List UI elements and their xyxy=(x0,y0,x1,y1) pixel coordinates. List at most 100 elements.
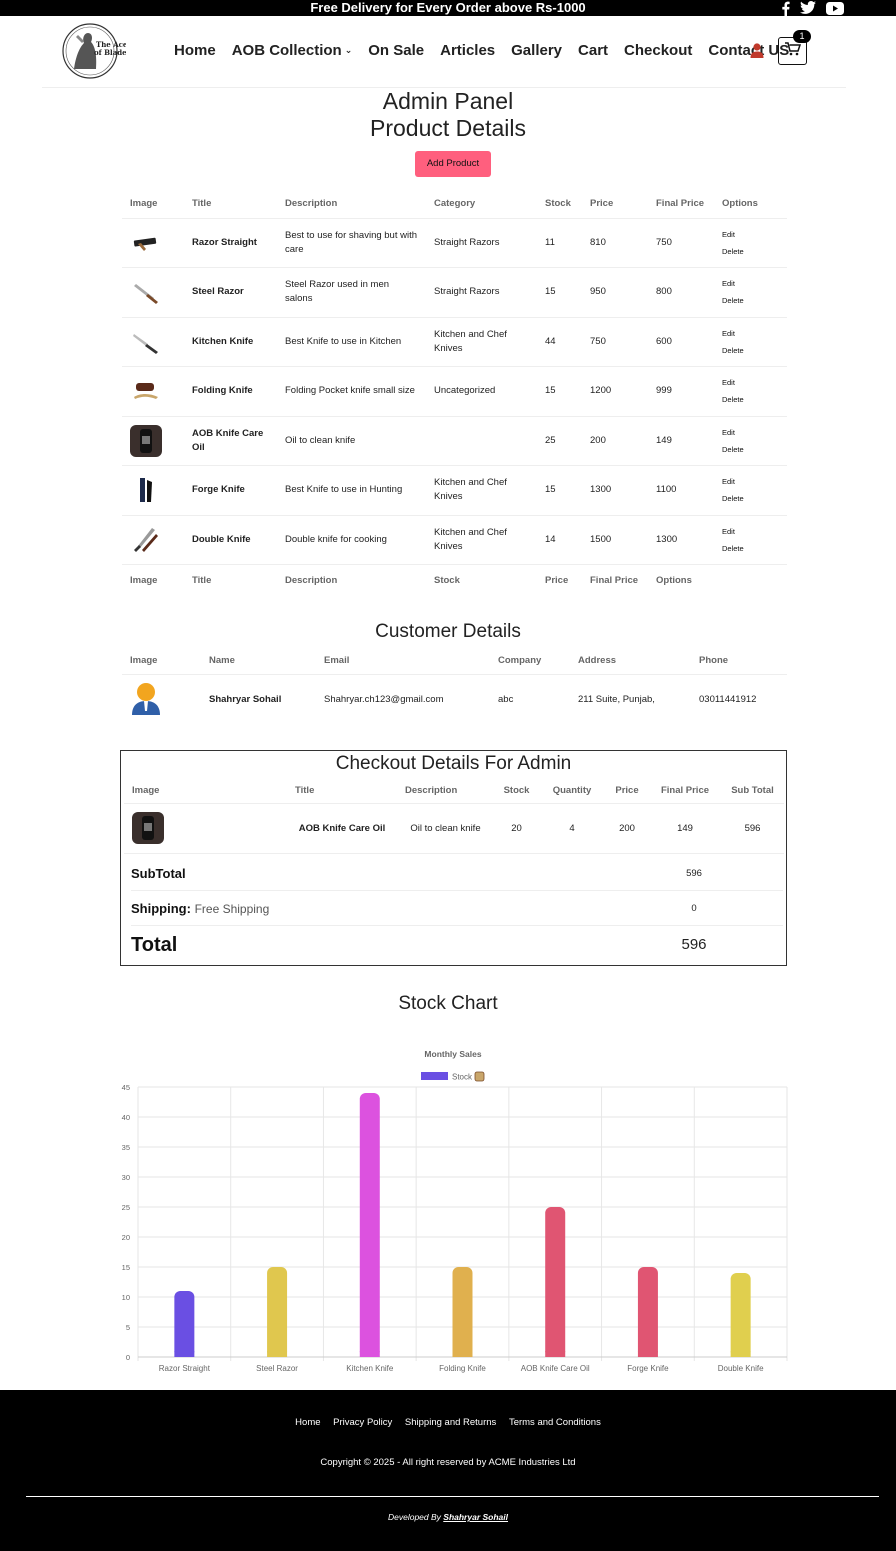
checkout-stock: 20 xyxy=(494,803,539,854)
delete-link[interactable]: Delete xyxy=(722,490,779,507)
delete-link[interactable]: Delete xyxy=(722,292,779,309)
customer-section-title: Customer Details xyxy=(375,621,521,642)
bar xyxy=(267,1267,288,1357)
legend-label: Stock xyxy=(452,1073,473,1082)
y-tick-label: 30 xyxy=(122,1173,130,1182)
youtube-icon[interactable] xyxy=(826,1,844,15)
oil-bottle-icon xyxy=(132,812,279,844)
product-description: Best Knife to use in Kitchen xyxy=(277,317,426,367)
column-header: Quantity xyxy=(539,779,605,804)
nav-articles[interactable]: Articles xyxy=(440,42,495,59)
footer-link-shipping[interactable]: Shipping and Returns xyxy=(405,1417,496,1428)
column-footer xyxy=(714,565,787,597)
product-category: Kitchen and Chef Knives xyxy=(426,515,537,565)
footer-link-privacy[interactable]: Privacy Policy xyxy=(333,1417,392,1428)
column-header: Image xyxy=(122,190,184,219)
subtotal-value: 596 xyxy=(686,868,702,879)
product-title: Folding Knife xyxy=(184,366,277,417)
user-icon[interactable] xyxy=(750,43,764,63)
product-options: Edit Delete xyxy=(714,317,787,367)
column-header: Description xyxy=(277,190,426,219)
product-image-cell xyxy=(122,515,184,565)
delete-link[interactable]: Delete xyxy=(722,441,779,458)
column-header: Address xyxy=(570,648,691,675)
table-row: AOB Knife Care Oil Oil to clean knife 25… xyxy=(122,416,787,466)
column-header: Stock xyxy=(494,779,539,804)
nav-on-sale[interactable]: On Sale xyxy=(368,42,424,59)
edit-link[interactable]: Edit xyxy=(722,325,779,342)
nav-aob-collection[interactable]: AOB Collection ⌄ xyxy=(232,42,353,59)
total-label: Total xyxy=(131,934,178,956)
knife-icon xyxy=(130,474,176,506)
facebook-icon[interactable] xyxy=(781,1,790,16)
column-header: Email xyxy=(316,648,490,675)
product-price: 1200 xyxy=(582,366,648,417)
razor-icon xyxy=(130,227,176,259)
site-logo[interactable]: The Ace of Blades xyxy=(60,23,131,79)
y-tick-label: 20 xyxy=(122,1233,130,1242)
table-row: Double Knife Double knife for cooking Ki… xyxy=(122,515,787,565)
add-product-button[interactable]: Add Product xyxy=(415,151,491,177)
bar-base xyxy=(267,1351,288,1357)
product-table-header: Image Title Description Category Stock P… xyxy=(122,190,787,219)
column-footer: Image xyxy=(130,575,158,587)
checkout-description: Oil to clean knife xyxy=(397,803,494,854)
chevron-down-icon: ⌄ xyxy=(344,45,353,55)
product-description: Oil to clean knife xyxy=(277,416,426,466)
edit-link[interactable]: Edit xyxy=(722,275,779,292)
column-header: Price xyxy=(605,779,649,804)
delete-link[interactable]: Delete xyxy=(722,391,779,408)
nav-cart[interactable]: Cart xyxy=(578,42,608,59)
product-description: Folding Pocket knife small size xyxy=(277,366,426,417)
bar-base xyxy=(359,1351,380,1357)
column-header: Price xyxy=(582,190,648,219)
delete-link[interactable]: Delete xyxy=(722,540,779,557)
column-header: Name xyxy=(201,648,316,675)
product-description: Best to use for shaving but with care xyxy=(277,218,426,268)
column-footer: Title xyxy=(192,575,212,587)
x-tick-label: Razor Straight xyxy=(159,1364,211,1373)
razor-icon xyxy=(130,276,176,308)
product-options: Edit Delete xyxy=(714,515,787,565)
developer-link[interactable]: Shahryar Sohail xyxy=(443,1512,508,1522)
folding-knife-icon xyxy=(130,375,176,407)
edit-link[interactable]: Edit xyxy=(722,523,779,540)
product-category: Straight Razors xyxy=(426,267,537,318)
oil-bottle-icon xyxy=(130,424,176,457)
column-header: Final Price xyxy=(649,779,721,804)
product-title: Forge Knife xyxy=(184,465,277,516)
delete-link[interactable]: Delete xyxy=(722,243,779,260)
customer-table-header: Image Name Email Company Address Phone xyxy=(122,648,787,675)
y-tick-label: 0 xyxy=(126,1353,130,1362)
edit-link[interactable]: Edit xyxy=(722,473,779,490)
product-final-price: 800 xyxy=(648,267,714,318)
edit-link[interactable]: Edit xyxy=(722,424,779,441)
delete-link[interactable]: Delete xyxy=(722,342,779,359)
column-footer: Stock xyxy=(434,575,460,587)
footer-link-terms[interactable]: Terms and Conditions xyxy=(509,1417,601,1428)
nav-home[interactable]: Home xyxy=(174,42,216,59)
developer-credit: Developed By Shahryar Sohail xyxy=(0,1512,896,1522)
footer-link-home[interactable]: Home xyxy=(295,1417,320,1428)
total-row: Total 596 xyxy=(131,926,783,964)
checkout-panel: Checkout Details For Admin Image Title D… xyxy=(120,750,787,966)
column-header: Stock xyxy=(537,190,582,219)
bar-base xyxy=(637,1351,658,1357)
edit-link[interactable]: Edit xyxy=(722,226,779,243)
column-header: Final Price xyxy=(648,190,714,219)
product-stock: 15 xyxy=(537,267,582,318)
product-price: 950 xyxy=(582,267,648,318)
product-category: Kitchen and Chef Knives xyxy=(426,465,537,516)
product-options: Edit Delete xyxy=(714,267,787,318)
product-final-price: 149 xyxy=(648,416,714,466)
edit-link[interactable]: Edit xyxy=(722,374,779,391)
twitter-icon[interactable] xyxy=(800,1,816,15)
x-tick-label: Forge Knife xyxy=(627,1364,669,1373)
footer-divider xyxy=(26,1496,879,1497)
nav-checkout[interactable]: Checkout xyxy=(624,42,692,59)
column-footer: Final Price xyxy=(590,575,639,587)
product-price: 1300 xyxy=(582,465,648,516)
knife-icon xyxy=(130,326,176,358)
bar xyxy=(545,1207,566,1357)
nav-gallery[interactable]: Gallery xyxy=(511,42,562,59)
